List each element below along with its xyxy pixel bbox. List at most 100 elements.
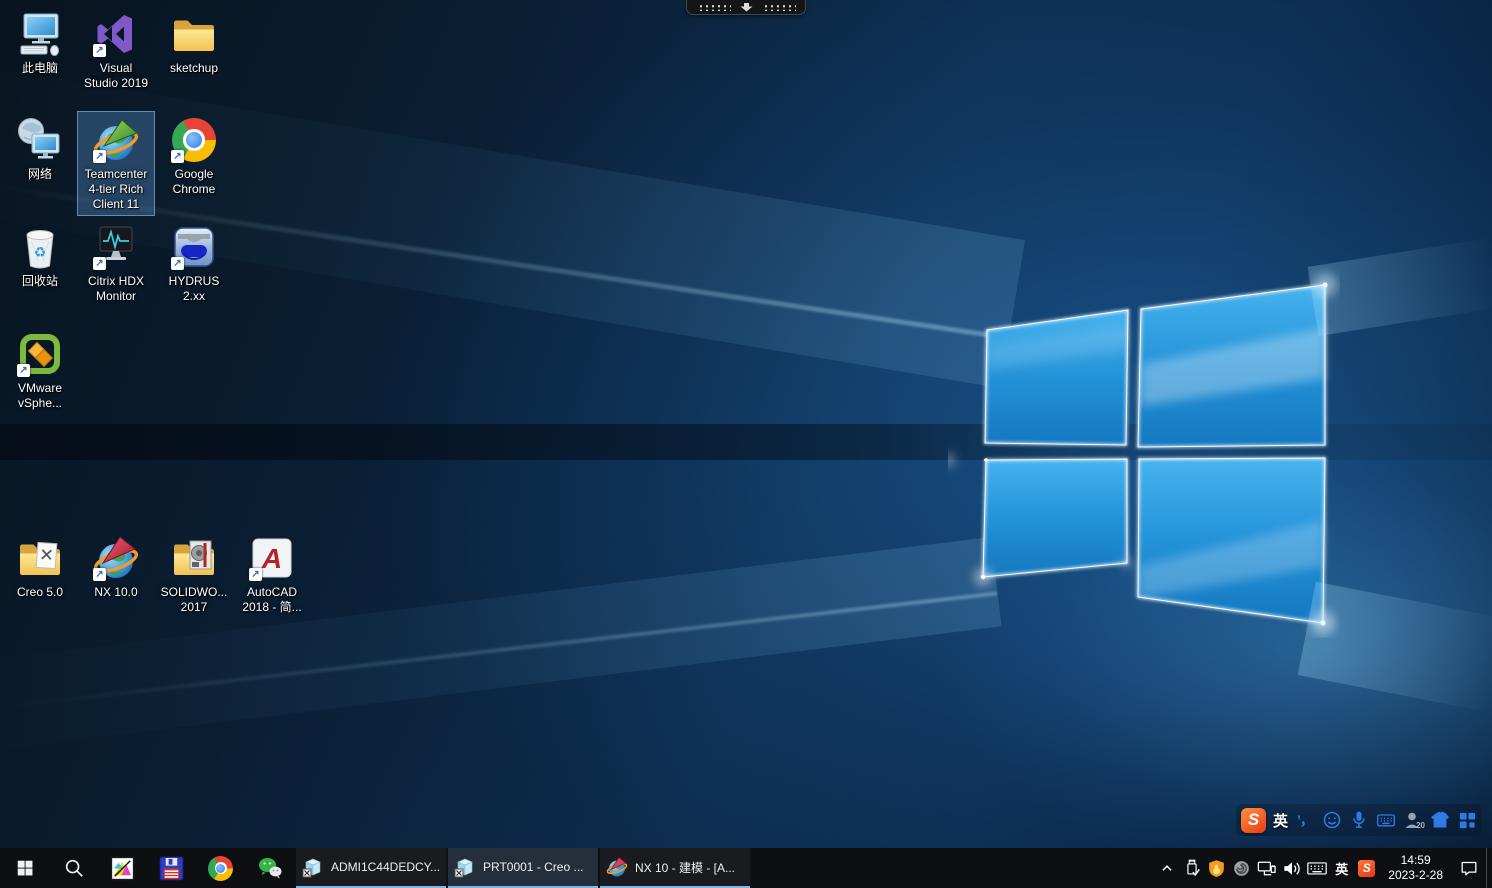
taskbar-app-chrome[interactable]: [196, 848, 245, 888]
desktop-icon-citrix-hdx-monitor[interactable]: ↗ Citrix HDX Monitor: [78, 219, 154, 307]
creo-part-icon: [302, 856, 324, 878]
skin-theme-icon[interactable]: [1430, 809, 1450, 831]
hydrus-icon: ↗: [170, 223, 218, 271]
network-icon: [16, 116, 64, 164]
taskbar-window-label: NX 10 - 建模 - [A...: [635, 859, 735, 876]
desktop-icon-label: Google Chrome: [173, 167, 216, 197]
toolbox-grid-icon[interactable]: [1457, 809, 1477, 831]
desktop-icon-label: NX 10.0: [94, 585, 137, 600]
pull-down-toolbar-handle[interactable]: [686, 0, 806, 15]
start-button[interactable]: [0, 848, 49, 888]
flame-shield-icon: [1207, 859, 1226, 878]
desktop-icon-vmware-vsphere[interactable]: ↗ VMware vSphe...: [2, 326, 78, 414]
desktop-icon-label: Citrix HDX Monitor: [88, 274, 144, 304]
desktop-icon-label: sketchup: [170, 61, 218, 76]
login-account-icon[interactable]: 20: [1403, 809, 1423, 831]
usb-safely-remove[interactable]: [1179, 848, 1204, 888]
desktop-icon-label: 此电脑: [22, 61, 58, 76]
login-badge-count: 20: [1416, 821, 1425, 830]
desktop-icon-teamcenter[interactable]: ↗ Teamcenter 4-tier Rich Client 11: [78, 112, 154, 215]
taskbar-window-label: ADMI1C44DEDCY...: [331, 860, 440, 874]
action-center-button[interactable]: [1452, 848, 1486, 888]
ethernet-network-icon: [1256, 858, 1277, 879]
search-icon: [63, 857, 85, 879]
desktop-icon-google-chrome[interactable]: ↗ Google Chrome: [156, 112, 232, 200]
clock-time: 14:59: [1401, 853, 1431, 868]
security-flame-tray[interactable]: [1204, 848, 1229, 888]
desktop-icon-label: Creo 5.0: [17, 585, 63, 600]
windows-logo-wallpaper: [948, 266, 1340, 638]
desktop-icon-autocad-2018[interactable]: A ↗ AutoCAD 2018 - 简...: [234, 530, 310, 618]
emoji-picker-icon[interactable]: [1322, 809, 1342, 831]
solidworks-folder-icon: [170, 534, 218, 582]
light-beam: [1298, 582, 1492, 713]
taskbar-app-graphics[interactable]: [98, 848, 147, 888]
chrome-icon: [208, 856, 233, 881]
grip-dots-icon: [762, 3, 796, 11]
nx-icon: ↗: [92, 534, 140, 582]
wechat-icon: [257, 855, 283, 881]
taskbar-clock[interactable]: 14:59 2023-2-28: [1379, 848, 1452, 888]
shortcut-arrow-badge: ↗: [249, 568, 262, 581]
shortcut-arrow-badge: ↗: [171, 150, 184, 163]
spiral-app-tray[interactable]: [1229, 848, 1254, 888]
search-button[interactable]: [49, 848, 98, 888]
graphics-app-icon: [110, 856, 135, 881]
punctuation-toggle[interactable]: ’，: [1295, 809, 1315, 831]
svg-text:♻: ♻: [34, 244, 47, 260]
taskbar: ADMI1C44DEDCY... PRT0001 - Creo ... NX 1…: [0, 848, 1492, 888]
creo-part-icon: [454, 856, 476, 878]
soft-keyboard-icon[interactable]: [1376, 809, 1396, 831]
taskbar-window-nx10[interactable]: NX 10 - 建模 - [A...: [600, 848, 750, 888]
ime-mode-toggle[interactable]: 英: [1273, 810, 1288, 831]
sogou-ime-toolbar: S 英 ’， 20: [1236, 804, 1482, 836]
taskbar-app-floppy[interactable]: [147, 848, 196, 888]
desktop-icon-network[interactable]: 网络: [2, 112, 78, 185]
shortcut-arrow-badge: ↗: [93, 568, 106, 581]
hidden-icons-chevron[interactable]: [1154, 848, 1179, 888]
speaker-icon: [1281, 858, 1302, 879]
voice-input-icon[interactable]: [1349, 809, 1369, 831]
desktop-icon-solidworks-2017[interactable]: SOLIDWO... 2017: [156, 530, 232, 618]
teamcenter-icon: ↗: [92, 116, 140, 164]
vmware-vsphere-icon: ↗: [16, 330, 64, 378]
desktop-icon-sketchup[interactable]: sketchup: [156, 6, 232, 79]
desktop-icon-this-pc[interactable]: 此电脑: [2, 6, 78, 79]
desktop-icon-label: SOLIDWO... 2017: [161, 585, 228, 615]
touch-keyboard-button[interactable]: [1304, 848, 1329, 888]
clock-date: 2023-2-28: [1388, 868, 1443, 883]
taskbar-app-wechat[interactable]: [245, 848, 294, 888]
shortcut-arrow-badge: ↗: [93, 257, 106, 270]
shortcut-arrow-badge: ↗: [93, 150, 106, 163]
keyboard-icon: [1306, 857, 1328, 879]
desktop-icon-label: HYDRUS 2.xx: [169, 274, 220, 304]
taskbar-window-admi[interactable]: ADMI1C44DEDCY...: [296, 848, 446, 888]
desktop-icon-visual-studio-2019[interactable]: ↗ Visual Studio 2019: [78, 6, 154, 94]
show-desktop-button[interactable]: [1486, 848, 1492, 888]
shortcut-arrow-badge: ↗: [17, 364, 30, 377]
chevron-up-icon: [1157, 858, 1177, 878]
taskbar-empty-space: [750, 848, 1154, 888]
desktop-icon-label: Teamcenter 4-tier Rich Client 11: [85, 167, 148, 212]
spiral-disc-icon: [1232, 859, 1251, 878]
light-beam: [1308, 238, 1492, 336]
ime-mode-indicator[interactable]: 英: [1329, 859, 1354, 878]
desktop-icon-recycle-bin[interactable]: ♻ 回收站: [2, 219, 78, 292]
sogou-tray-icon[interactable]: S: [1358, 860, 1375, 877]
volume-control[interactable]: [1279, 848, 1304, 888]
desktop-icon-creo-5-0[interactable]: Creo 5.0: [2, 530, 78, 603]
recycle-bin-icon: ♻: [16, 223, 64, 271]
folder-icon: [170, 10, 218, 58]
desktop-icon-hydrus[interactable]: ↗ HYDRUS 2.xx: [156, 219, 232, 307]
desktop-icon-nx-10-0[interactable]: ↗ NX 10.0: [78, 530, 154, 603]
chevron-down-icon: [740, 3, 753, 12]
taskbar-window-prt0001[interactable]: PRT0001 - Creo ...: [448, 848, 598, 888]
visual-studio-icon: ↗: [92, 10, 140, 58]
nx-globe-icon: [606, 856, 628, 878]
desktop-icon-label: AutoCAD 2018 - 简...: [242, 585, 301, 615]
network-status[interactable]: [1254, 848, 1279, 888]
creo-folder-icon: [16, 534, 64, 582]
sogou-logo[interactable]: S: [1241, 808, 1266, 833]
windows-desktop: 此电脑 网络 ♻ 回收站 ↗ VMware vSphe... Creo 5.0 …: [0, 0, 1492, 888]
citrix-hdx-monitor-icon: ↗: [92, 223, 140, 271]
